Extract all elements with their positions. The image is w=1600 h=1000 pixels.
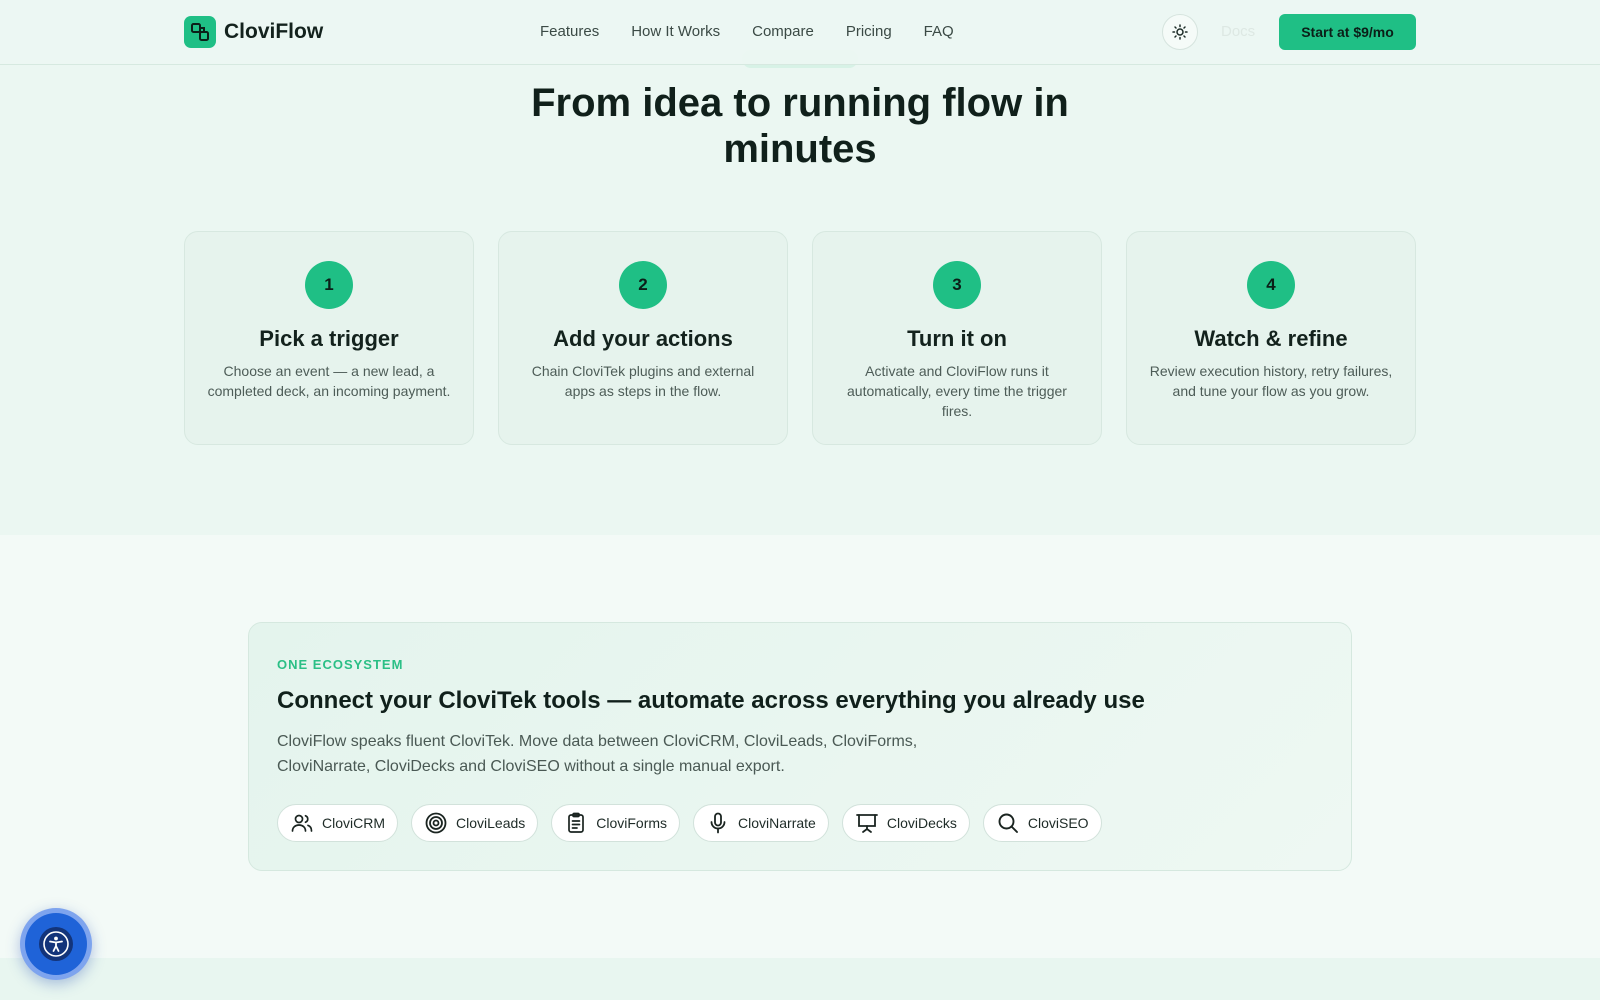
target-icon <box>424 811 448 835</box>
tool-chip-label: CloviCRM <box>322 815 385 831</box>
nav-pricing[interactable]: Pricing <box>846 20 892 44</box>
step-card-2: 2 Add your actions Chain CloviTek plugin… <box>498 231 788 445</box>
tool-chip-list: CloviCRM CloviLeads CloviForms CloviNarr… <box>277 804 1102 842</box>
tool-chip-cloviforms[interactable]: CloviForms <box>551 804 681 842</box>
step-title: Watch & refine <box>1194 326 1348 351</box>
brand-logo-icon <box>184 16 216 48</box>
step-description: Choose an event — a new lead, a complete… <box>207 363 451 399</box>
step-card-3: 3 Turn it on Activate and CloviFlow runs… <box>812 231 1102 445</box>
tool-chip-label: CloviForms <box>596 815 668 831</box>
tool-chip-clovinarrate[interactable]: CloviNarrate <box>693 804 829 842</box>
step-number: 3 <box>933 261 981 309</box>
search-icon <box>996 811 1020 835</box>
tool-chip-label: CloviSEO <box>1027 815 1089 831</box>
step-title: Pick a trigger <box>259 326 399 351</box>
nav-features[interactable]: Features <box>540 20 599 44</box>
nav-how-it-works[interactable]: How It Works <box>631 20 720 44</box>
ecosystem-card: ONE ECOSYSTEM Connect your CloviTek tool… <box>248 622 1352 871</box>
step-title: Add your actions <box>553 326 733 351</box>
step-card-4: 4 Watch & refine Review execution histor… <box>1126 231 1416 445</box>
tool-chip-label: CloviDecks <box>886 815 957 831</box>
step-number: 1 <box>305 261 353 309</box>
tool-chip-label: CloviNarrate <box>738 815 816 831</box>
step-number: 4 <box>1247 261 1295 309</box>
microphone-icon <box>706 811 730 835</box>
brand-name: CloviFlow <box>224 20 324 43</box>
step-number: 2 <box>619 261 667 309</box>
step-card-1: 1 Pick a trigger Choose an event — a new… <box>184 231 474 445</box>
theme-toggle-button[interactable] <box>1162 14 1198 50</box>
ecosystem-eyebrow: ONE ECOSYSTEM <box>277 657 404 672</box>
tool-chip-clovileads[interactable]: CloviLeads <box>411 804 539 842</box>
tool-chip-clovicrm[interactable]: CloviCRM <box>277 804 398 842</box>
ecosystem-description: CloviFlow speaks fluent CloviTek. Move d… <box>277 733 918 775</box>
users-icon <box>290 811 314 835</box>
step-title: Turn it on <box>907 326 1007 351</box>
presentation-icon <box>855 811 879 835</box>
nav-compare[interactable]: Compare <box>752 20 814 44</box>
next-section <box>0 958 1600 1000</box>
main-nav: Features How It Works Compare Pricing FA… <box>540 20 954 44</box>
site-header: CloviFlow Features How It Works Compare … <box>0 0 1600 65</box>
clipboard-icon <box>564 811 588 835</box>
tool-chip-cloviseo[interactable]: CloviSEO <box>982 804 1102 842</box>
ecosystem-title: Connect your CloviTek tools — automate a… <box>277 687 1145 714</box>
start-cta-button[interactable]: Start at $9/mo <box>1279 14 1416 50</box>
tool-chip-clovidecks[interactable]: CloviDecks <box>841 804 970 842</box>
accessibility-icon <box>39 927 73 961</box>
section-title: From idea to running flow in minutes <box>531 81 1069 171</box>
docs-link[interactable]: Docs <box>1221 20 1255 44</box>
sun-icon <box>1172 24 1188 40</box>
step-description: Review execution history, retry failures… <box>1149 363 1393 399</box>
accessibility-button[interactable] <box>25 913 87 975</box>
nav-faq[interactable]: FAQ <box>924 20 954 44</box>
step-description: Chain CloviTek plugins and external apps… <box>531 363 755 399</box>
step-description: Activate and CloviFlow runs it automatic… <box>847 363 1067 419</box>
brand[interactable]: CloviFlow <box>184 16 323 48</box>
tool-chip-label: CloviLeads <box>456 815 526 831</box>
